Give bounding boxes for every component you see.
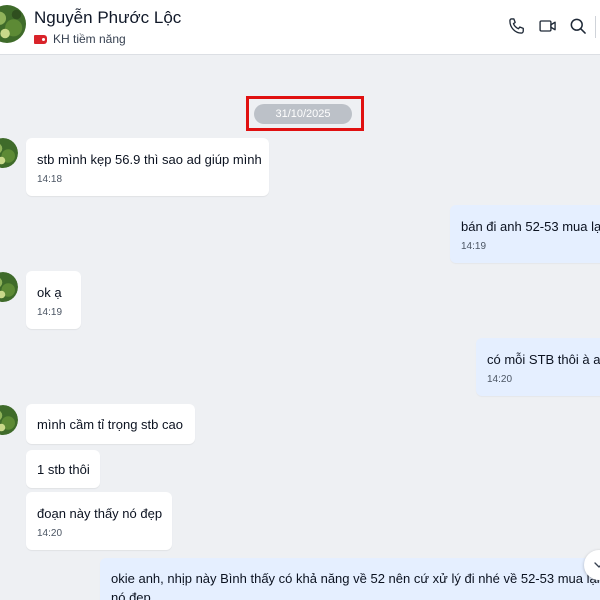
contact-avatar-small[interactable] <box>0 405 18 435</box>
message-text: stb mình kẹp 56.9 thì sao ad giúp mình <box>37 152 262 167</box>
phone-icon[interactable] <box>506 15 528 37</box>
message-time: 14:19 <box>37 307 63 318</box>
message-bubble-incoming[interactable]: mình cầm tỉ trọng stb cao <box>26 404 195 444</box>
video-icon[interactable] <box>537 15 559 37</box>
chat-header: Nguyễn Phước Lộc KH tiềm năng <box>0 0 600 55</box>
message-text: 1 stb thôi <box>37 462 90 477</box>
contact-avatar[interactable] <box>0 5 26 43</box>
message-text: có mỗi STB thôi à an <box>487 352 600 367</box>
message-bubble-incoming[interactable]: ok ạ 14:19 <box>26 271 81 329</box>
message-bubble-outgoing[interactable]: có mỗi STB thôi à an 14:20 <box>476 338 600 396</box>
message-bubble-incoming[interactable]: stb mình kẹp 56.9 thì sao ad giúp mình 1… <box>26 138 269 196</box>
message-bubble-incoming[interactable]: đoạn này thấy nó đẹp 14:20 <box>26 492 172 550</box>
message-bubble-outgoing[interactable]: bán đi anh 52-53 mua lại 14:19 <box>450 205 600 263</box>
message-text: bán đi anh 52-53 mua lại <box>461 219 600 234</box>
message-text: okie anh, nhịp này Bình thấy có khả năng… <box>111 571 600 586</box>
contact-avatar-small[interactable] <box>0 138 18 168</box>
message-text: đoạn này thấy nó đẹp <box>37 506 163 521</box>
tag-icon <box>34 34 47 44</box>
message-text: mình cầm tỉ trọng stb cao <box>37 417 183 432</box>
date-separator: 31/10/2025 <box>254 104 352 124</box>
search-icon[interactable] <box>567 15 589 37</box>
message-time: 14:20 <box>37 528 63 539</box>
chevron-down-icon <box>594 562 600 568</box>
tag-label: KH tiềm năng <box>53 32 126 46</box>
message-text-line2: nó đẹp <box>111 590 151 600</box>
message-bubble-outgoing[interactable]: okie anh, nhịp này Bình thấy có khả năng… <box>100 558 600 600</box>
message-time: 14:20 <box>487 374 513 385</box>
contact-name[interactable]: Nguyễn Phước Lộc <box>34 8 181 28</box>
message-time: 14:19 <box>461 241 487 252</box>
message-text: ok ạ <box>37 285 62 300</box>
contact-avatar-small[interactable] <box>0 272 18 302</box>
header-divider <box>595 16 596 38</box>
message-bubble-incoming[interactable]: 1 stb thôi <box>26 450 100 488</box>
contact-tag[interactable]: KH tiềm năng <box>34 32 126 46</box>
message-time: 14:18 <box>37 174 63 185</box>
